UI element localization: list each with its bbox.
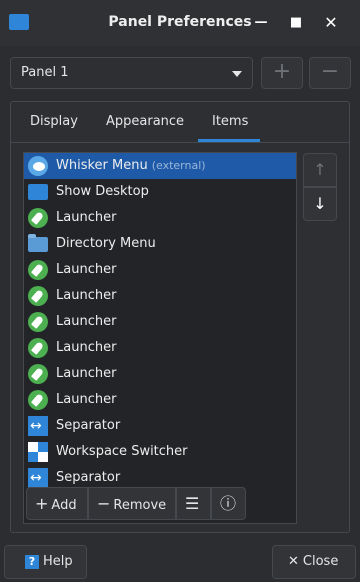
- close-icon[interactable]: ✕: [322, 14, 340, 32]
- list-item[interactable]: Launcher: [24, 257, 296, 283]
- tab-bar: Display Appearance Items: [11, 102, 349, 143]
- list-item[interactable]: Separator: [24, 413, 296, 439]
- item-suffix: (external): [151, 159, 206, 172]
- list-item[interactable]: Launcher: [24, 309, 296, 335]
- separator-icon: [28, 416, 48, 436]
- remove-panel-button[interactable]: −: [309, 57, 351, 89]
- item-label: Whisker Menu: [56, 158, 148, 173]
- item-label: Workspace Switcher: [56, 444, 188, 459]
- list-item[interactable]: Launcher: [24, 387, 296, 413]
- panel-select-value: Panel 1: [21, 65, 69, 80]
- item-label: Launcher: [56, 366, 117, 381]
- list-item[interactable]: Launcher: [24, 283, 296, 309]
- item-label: Separator: [56, 418, 121, 433]
- add-item-label: Add: [51, 498, 77, 513]
- tab-display[interactable]: Display: [30, 114, 78, 129]
- add-item-button[interactable]: + Add: [26, 487, 88, 520]
- separator-icon: [28, 468, 48, 488]
- item-label: Launcher: [56, 210, 117, 225]
- chevron-down-icon: [232, 71, 242, 77]
- tab-items[interactable]: Items: [212, 114, 248, 129]
- panel-select[interactable]: Panel 1: [10, 57, 253, 89]
- arrow-down-icon: ↓: [313, 194, 327, 213]
- item-about-button[interactable]: ⓘ: [211, 487, 246, 520]
- plus-icon: +: [272, 59, 292, 84]
- info-icon: ⓘ: [220, 494, 237, 513]
- remove-item-label: Remove: [113, 498, 167, 513]
- list-icon: ☰: [185, 494, 200, 513]
- workspace-switcher-icon: [28, 442, 48, 462]
- item-label: Launcher: [56, 392, 117, 407]
- item-label: Show Desktop: [56, 184, 149, 199]
- launcher-icon: [28, 260, 48, 280]
- folder-icon: [28, 234, 48, 252]
- minus-icon: −: [97, 494, 111, 513]
- add-panel-button[interactable]: +: [261, 57, 303, 89]
- remove-item-button[interactable]: − Remove: [88, 487, 176, 520]
- close-label: Close: [302, 554, 339, 569]
- items-toolbar: + Add − Remove ☰ ⓘ: [26, 487, 246, 520]
- close-icon: ✕: [288, 554, 299, 569]
- show-desktop-icon: [28, 184, 48, 200]
- preferences-notebook: Display Appearance Items Whisker Menu (ex…: [10, 101, 350, 533]
- launcher-icon: [28, 390, 48, 410]
- active-tab-indicator: [198, 139, 260, 142]
- list-item[interactable]: Directory Menu: [24, 231, 296, 257]
- maximize-icon[interactable]: ■: [287, 14, 305, 32]
- item-label: Launcher: [56, 288, 117, 303]
- launcher-icon: [28, 286, 48, 306]
- list-item[interactable]: Launcher: [24, 205, 296, 231]
- list-item[interactable]: Whisker Menu (external): [24, 153, 296, 179]
- item-label: Directory Menu: [56, 236, 156, 251]
- close-button[interactable]: ✕ Close: [272, 545, 356, 579]
- help-label: Help: [43, 554, 73, 569]
- window-title: Panel Preferences: [108, 14, 252, 30]
- move-up-button[interactable]: ↑: [303, 153, 337, 187]
- list-item[interactable]: Show Desktop: [24, 179, 296, 205]
- move-down-button[interactable]: ↓: [303, 187, 337, 221]
- item-label: Launcher: [56, 262, 117, 277]
- launcher-icon: [28, 312, 48, 332]
- list-item[interactable]: Launcher: [24, 335, 296, 361]
- launcher-icon: [28, 364, 48, 384]
- whisker-menu-icon: [28, 156, 48, 176]
- launcher-icon: [28, 208, 48, 228]
- minus-icon: −: [320, 59, 340, 84]
- item-label: Separator: [56, 470, 121, 485]
- title-bar: Panel Preferences — ■ ✕: [0, 0, 360, 46]
- minimize-icon[interactable]: —: [252, 14, 270, 32]
- arrow-up-icon: ↑: [313, 160, 327, 179]
- launcher-icon: [28, 338, 48, 358]
- item-label: Launcher: [56, 314, 117, 329]
- item-properties-button[interactable]: ☰: [176, 487, 211, 520]
- item-label: Launcher: [56, 340, 117, 355]
- help-icon: ?: [25, 554, 39, 569]
- items-list[interactable]: Whisker Menu (external) Show Desktop Laun…: [23, 152, 297, 524]
- list-item[interactable]: Workspace Switcher: [24, 439, 296, 465]
- plus-icon: +: [35, 494, 49, 513]
- help-button[interactable]: ? Help: [4, 545, 87, 579]
- list-item[interactable]: Launcher: [24, 361, 296, 387]
- tab-appearance[interactable]: Appearance: [106, 114, 184, 129]
